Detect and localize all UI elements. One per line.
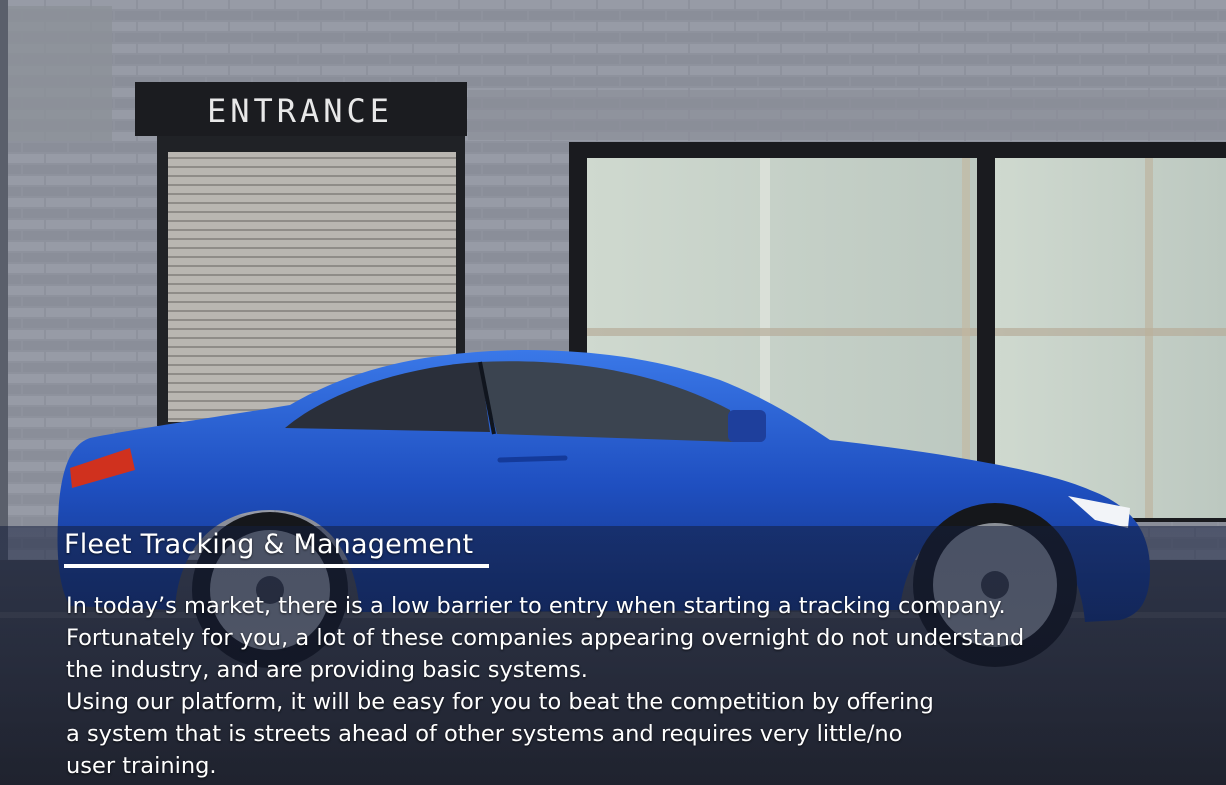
- section-title: Fleet Tracking & Management: [64, 529, 474, 560]
- body-line: Using our platform, it will be easy for …: [66, 689, 934, 715]
- svg-text:ENTRANCE: ENTRANCE: [207, 92, 393, 130]
- body-line: Fortunately for you, a lot of these comp…: [66, 625, 1025, 651]
- entrance-sign: ENTRANCE: [135, 82, 467, 136]
- body-line: the industry, and are providing basic sy…: [66, 657, 588, 683]
- body-line: In today’s market, there is a low barrie…: [66, 593, 1006, 619]
- section-body: In today’s market, there is a low barrie…: [66, 590, 1126, 782]
- hero-section: ENTRANCE Fleet Tracking & Management In …: [0, 0, 1226, 785]
- body-line: a system that is streets ahead of other …: [66, 721, 903, 747]
- title-underline: [64, 564, 489, 568]
- body-line: user training.: [66, 753, 217, 779]
